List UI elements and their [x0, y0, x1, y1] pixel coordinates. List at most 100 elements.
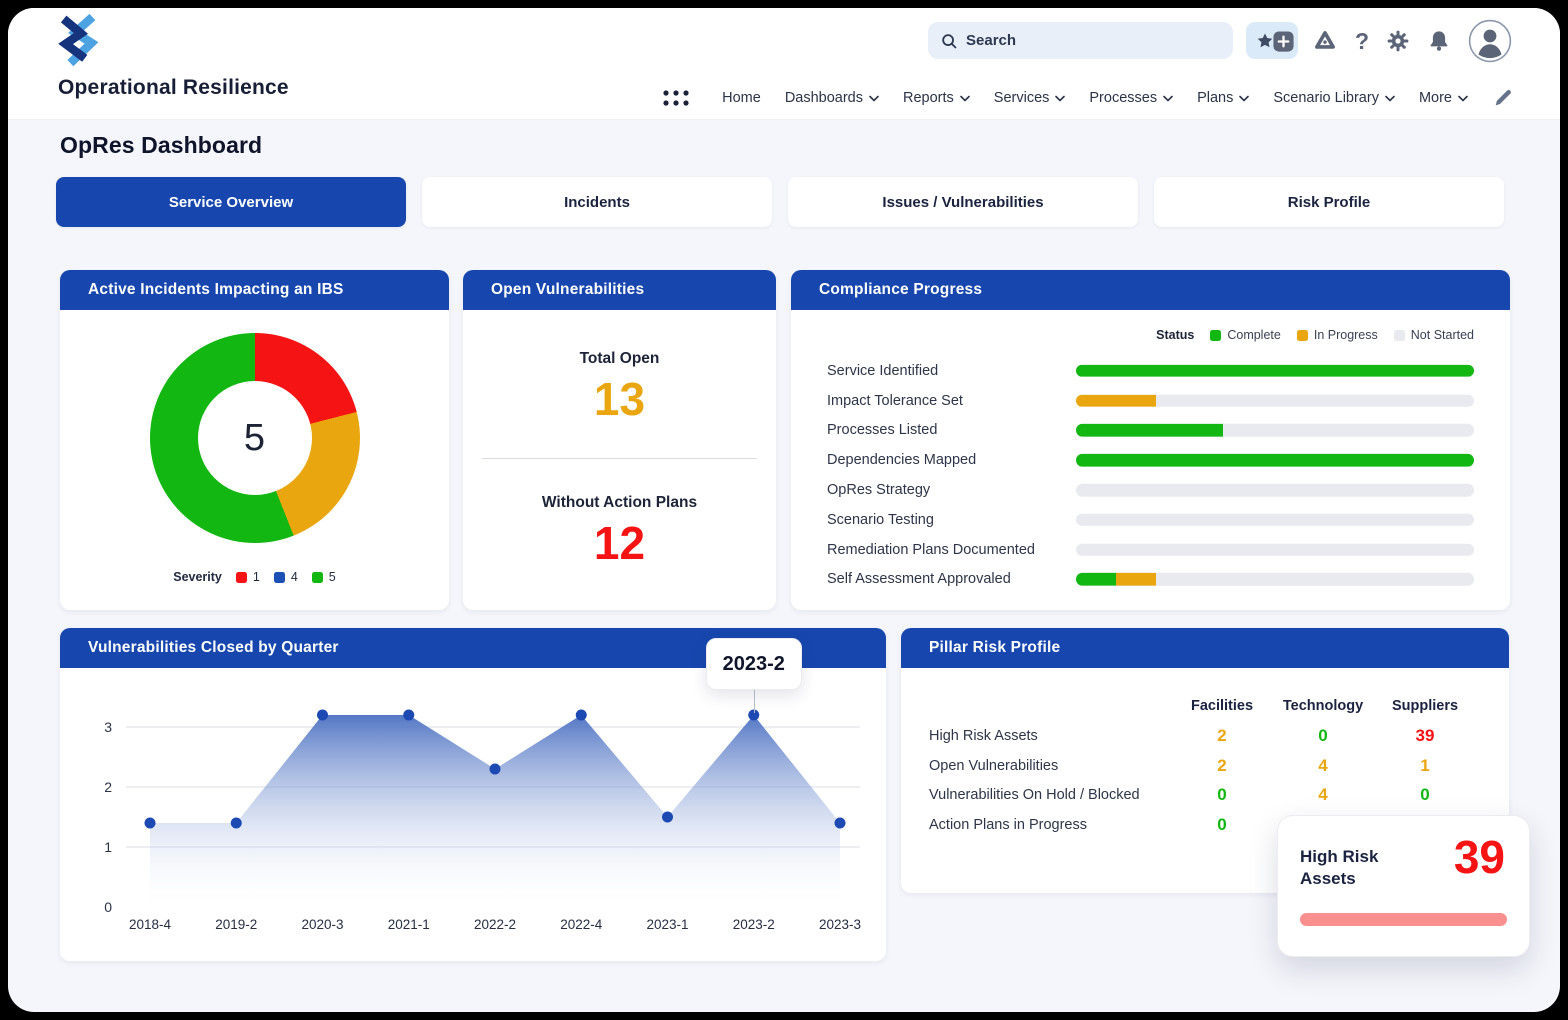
- severity-legend-item: 4: [273, 570, 298, 584]
- legend-label: 1: [252, 570, 260, 584]
- edit-pencil-icon[interactable]: [1492, 87, 1514, 109]
- compliance-row: Dependencies Mapped: [791, 445, 1510, 475]
- data-point[interactable]: [144, 817, 156, 829]
- gear-icon[interactable]: [1386, 29, 1410, 53]
- tooltip-pointer-line: [753, 690, 755, 713]
- column-header-facilities: Facilities: [1190, 698, 1254, 714]
- tab-risk-profile[interactable]: Risk Profile: [1154, 177, 1504, 227]
- area-chart: 0 1 2 3 2018-4 2019-2 2020-3 2021-1 2022-2 2022-4…: [104, 709, 861, 932]
- table-value: 1: [1420, 755, 1430, 775]
- nav-item-home[interactable]: Home: [722, 90, 761, 106]
- progress-segment-complete: [1076, 573, 1116, 586]
- table-value: 2: [1217, 726, 1227, 745]
- compliance-row: Processes Listed: [791, 416, 1510, 446]
- data-point[interactable]: [662, 811, 673, 823]
- data-point[interactable]: [489, 763, 501, 775]
- x-tick-label: 2021-1: [388, 917, 430, 932]
- topbar-actions: ?: [1272, 19, 1512, 63]
- card-active-incidents: Active Incidents Impacting an IBS 5 Seve…: [60, 270, 449, 610]
- data-point[interactable]: [403, 709, 415, 721]
- high-risk-assets-popover: High Risk Assets 39: [1277, 815, 1530, 957]
- progress-bar: [1076, 513, 1474, 527]
- nav-item-label: Home: [722, 90, 761, 106]
- table-value: 0: [1217, 785, 1227, 805]
- y-tick-label: 0: [104, 899, 112, 915]
- table-value: 4: [1318, 785, 1328, 805]
- table-value: 4: [1318, 755, 1328, 775]
- legend-swatch: [1210, 329, 1222, 341]
- compliance-row-label: Scenario Testing: [827, 511, 934, 528]
- nav-item-label: More: [1418, 90, 1452, 106]
- nav-item-more[interactable]: More: [1419, 90, 1468, 106]
- page-title: OpRes Dashboard: [60, 132, 263, 158]
- help-icon[interactable]: ?: [1355, 28, 1369, 55]
- progress-bar: [1076, 364, 1474, 378]
- nav-item-scenario-library[interactable]: Scenario Library: [1273, 90, 1395, 106]
- progress-bar: [1076, 543, 1474, 556]
- nav-item-label: Reports: [903, 90, 954, 106]
- data-point[interactable]: [317, 709, 328, 721]
- divider: [482, 458, 757, 459]
- tab-issues-vulnerabilities[interactable]: Issues / Vulnerabilities: [788, 177, 1138, 227]
- x-tick-label: 2019-2: [215, 917, 257, 932]
- app-logo[interactable]: [56, 13, 102, 75]
- app-grid-icon[interactable]: [662, 89, 690, 107]
- total-open-value: 13: [593, 373, 646, 425]
- progress-segment-in-progress: [1076, 394, 1156, 407]
- nav-item-reports[interactable]: Reports: [903, 90, 970, 106]
- card-title: Open Vulnerabilities: [463, 270, 776, 310]
- legend-title: Severity: [173, 570, 222, 584]
- avatar[interactable]: [1468, 19, 1512, 63]
- compliance-row: Remediation Plans Documented: [791, 535, 1510, 565]
- recycle-icon[interactable]: [1312, 28, 1338, 54]
- tab-incidents[interactable]: Incidents: [422, 177, 772, 227]
- status-legend-item: In Progress: [1296, 328, 1378, 342]
- nav-item-plans[interactable]: Plans: [1197, 90, 1250, 106]
- compliance-row: Self Assessment Approvaled: [791, 565, 1510, 595]
- data-point[interactable]: [230, 817, 242, 829]
- nav-items: Home Dashboards Reports Services Processes Pl…: [722, 90, 1468, 106]
- legend-swatch: [1393, 329, 1405, 341]
- legend-label: Not Started: [1410, 328, 1474, 342]
- table-value: 2: [1217, 755, 1227, 775]
- severity-legend-item: 1: [235, 570, 260, 584]
- popover-accent-bar: [1300, 913, 1507, 926]
- severity-legend-item: 5: [311, 570, 336, 584]
- chart-tooltip: 2023-2: [705, 638, 802, 690]
- status-legend-item: Complete: [1210, 328, 1281, 342]
- chevron-down-icon: [1239, 95, 1250, 102]
- nav-item-services[interactable]: Services: [994, 90, 1066, 106]
- area-fill: [150, 715, 840, 907]
- data-point[interactable]: [834, 817, 846, 829]
- legend-title: Status: [1156, 328, 1195, 342]
- app-title: Operational Resilience: [58, 76, 289, 99]
- column-header-technology: Technology: [1282, 698, 1364, 714]
- data-point[interactable]: [575, 709, 587, 721]
- nav-item-processes[interactable]: Processes: [1089, 90, 1173, 106]
- compliance-row-label: OpRes Strategy: [827, 482, 931, 499]
- nav-item-dashboards[interactable]: Dashboards: [785, 90, 879, 106]
- severity-legend: Severity 1 4 5: [60, 570, 449, 584]
- search-box[interactable]: [928, 22, 1233, 59]
- table-value: 0: [1420, 785, 1430, 805]
- column-header-suppliers: Suppliers: [1391, 698, 1459, 714]
- tab-service-overview[interactable]: Service Overview: [56, 177, 406, 227]
- x-tick-label: 2023-1: [646, 917, 688, 932]
- search-input[interactable]: [966, 32, 1206, 49]
- compliance-row-label: Processes Listed: [827, 422, 938, 439]
- nav-item-label: Scenario Library: [1273, 90, 1379, 106]
- main-nav: Home Dashboards Reports Services Processes Pl…: [662, 87, 1514, 109]
- chevron-down-icon: [1458, 95, 1468, 102]
- y-tick-label: 2: [104, 779, 112, 795]
- x-tick-label: 2023-3: [819, 917, 861, 932]
- progress-segment-complete: [1076, 364, 1474, 378]
- card-vulnerabilities-closed: Vulnerabilities Closed by Quarter 0 1 2 3 20…: [60, 628, 886, 961]
- chevron-down-icon: [869, 95, 879, 102]
- add-icon[interactable]: [1272, 30, 1295, 53]
- x-tick-label: 2018-4: [129, 917, 172, 932]
- bell-icon[interactable]: [1427, 28, 1451, 54]
- table-value: 0: [1318, 726, 1328, 745]
- legend-label: 5: [328, 570, 336, 584]
- compliance-row: Service Identified: [791, 356, 1510, 386]
- card-open-vulnerabilities: Open Vulnerabilities Total Open 13 Witho…: [463, 270, 776, 610]
